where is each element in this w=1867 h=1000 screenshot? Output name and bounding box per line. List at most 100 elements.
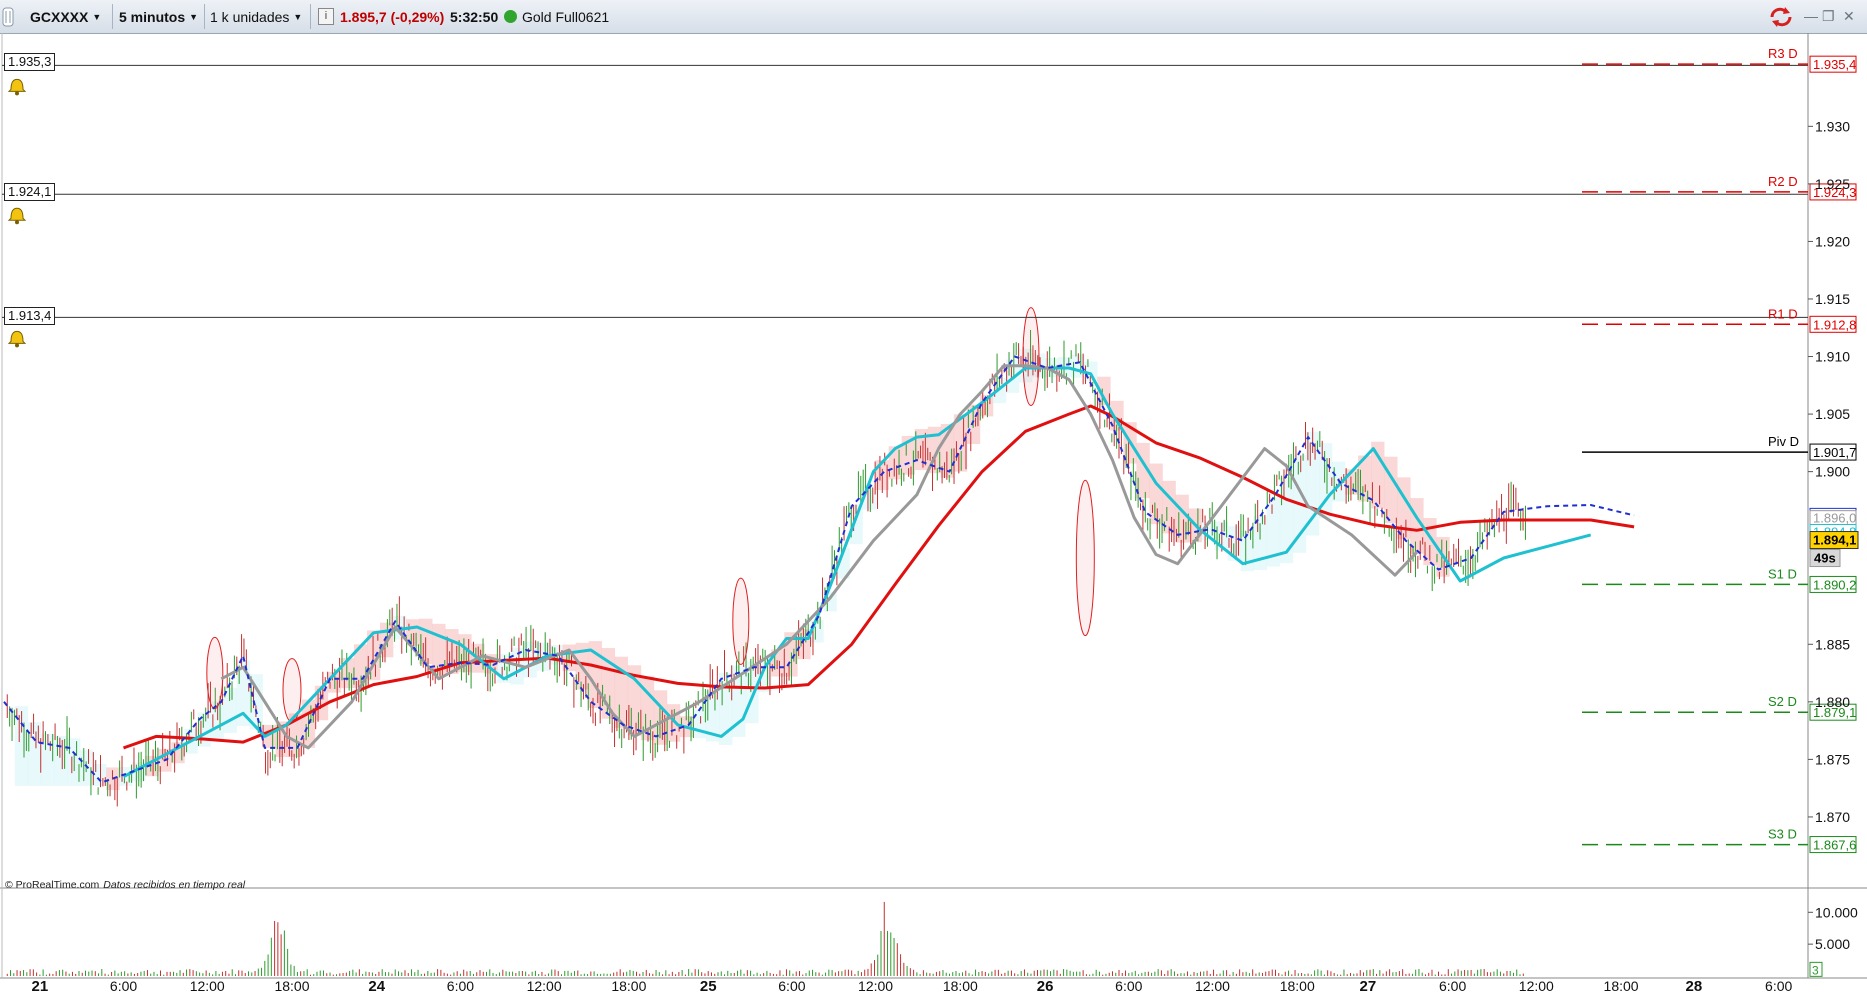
minimize-icon[interactable]: — — [1804, 8, 1818, 24]
instrument-name: Gold Full0621 — [522, 8, 610, 25]
pivot-value-label: 1.901,7 — [1813, 445, 1856, 460]
info-button[interactable]: i — [318, 0, 334, 33]
alert-level-label[interactable]: 1.935,3 — [4, 53, 56, 71]
countdown-label: 49s — [1814, 551, 1836, 566]
indicator-band — [27, 722, 42, 786]
last-price: 1.895,7 (-0,29%) — [340, 0, 444, 33]
time-tick-label: 12:00 — [527, 978, 562, 994]
bell-icon[interactable] — [7, 330, 27, 344]
price-tick-label: 1.905 — [1815, 406, 1850, 422]
pivot-value-label: 1.935,4 — [1813, 57, 1856, 72]
volume-tick-label: 5.000 — [1815, 936, 1850, 952]
alert-level-label[interactable]: 1.924,1 — [4, 183, 56, 201]
instrument-info: Gold Full0621 — [504, 0, 609, 33]
price-tick-label: 1.900 — [1815, 464, 1850, 480]
current-price-label: 1.894,1 — [1813, 533, 1856, 548]
price-tick-label: 1.875 — [1815, 751, 1850, 767]
indicator-band — [197, 712, 211, 747]
indicator-band — [1371, 441, 1385, 509]
price-tick-label: 1.925 — [1815, 176, 1850, 192]
last-price-value: 1.895,7 (-0,29%) — [340, 8, 445, 25]
pivot-value-label: 1.890,2 — [1813, 577, 1856, 592]
axis-mark-label: 1.896,0 — [1813, 511, 1856, 526]
time-tick-label: 25 — [700, 978, 717, 995]
bell-icon[interactable] — [7, 78, 27, 92]
time-tick-label: 6:00 — [447, 978, 474, 994]
pivot-level-name: R1 D — [1768, 306, 1798, 321]
signal-ellipse — [732, 577, 750, 665]
indicator-band — [340, 658, 355, 689]
indicator-band — [666, 704, 681, 742]
pivot-level-name: R3 D — [1768, 46, 1798, 61]
alert-level-label[interactable]: 1.913,4 — [4, 307, 56, 325]
time-tick-label: 6:00 — [110, 978, 137, 994]
time-tick-label: 12:00 — [1519, 978, 1554, 994]
price-tick-label: 1.915 — [1815, 291, 1850, 307]
bell-clapper — [15, 220, 19, 225]
price-tick-label: 1.870 — [1815, 809, 1850, 825]
time-tick-label: 6:00 — [1115, 978, 1142, 994]
time-tick-label: 18:00 — [1604, 978, 1639, 994]
price-tick-label: 1.910 — [1815, 349, 1850, 365]
pivot-level-name: S2 D — [1768, 694, 1797, 709]
chevron-down-icon: ▼ — [92, 11, 102, 22]
time-tick-label: 6:00 — [1765, 978, 1792, 994]
ema-line — [123, 404, 1635, 750]
clock: 5:32:50 — [450, 0, 498, 33]
signal-ellipse — [1075, 479, 1095, 637]
bell-clapper — [15, 91, 19, 96]
time-tick-label: 28 — [1686, 978, 1703, 995]
indicator-band — [53, 735, 68, 786]
time-tick-label: 12:00 — [190, 978, 225, 994]
pivot-level-name: Piv D — [1768, 434, 1799, 449]
time-tick-label: 18:00 — [943, 978, 978, 994]
bell-clapper — [15, 343, 19, 348]
pivot-value-label: 1.867,6 — [1813, 838, 1856, 853]
timeframe-selector[interactable]: 5 minutos ▼ — [119, 0, 198, 33]
time-value: 5:32:50 — [450, 8, 499, 25]
pivot-value-label: 1.912,8 — [1813, 317, 1856, 332]
connection-status-icon — [504, 10, 517, 23]
sync-icon — [1770, 6, 1792, 27]
pivot-level-name: S1 D — [1768, 566, 1797, 581]
time-tick-label: 18:00 — [611, 978, 646, 994]
chevron-down-icon: ▼ — [189, 11, 199, 22]
restore-icon[interactable]: ❐ — [1822, 8, 1835, 25]
symbol-label: GCXXXX — [30, 8, 89, 25]
time-tick-label: 24 — [368, 978, 385, 995]
info-icon: i — [318, 8, 334, 25]
time-tick-label: 6:00 — [1439, 978, 1466, 994]
time-tick-label: 21 — [32, 978, 49, 995]
signal-ellipse — [1022, 307, 1040, 406]
pivot-level-name: S3 D — [1768, 827, 1797, 842]
indicator-band — [692, 709, 707, 739]
credit-source: © ProRealTime.com — [5, 879, 100, 891]
time-tick-label: 26 — [1037, 978, 1054, 995]
time-tick-label: 18:00 — [274, 978, 309, 994]
bell-icon[interactable] — [7, 207, 27, 221]
time-tick-label: 18:00 — [1280, 978, 1315, 994]
toolbar: GCXXXX ▼ 5 minutos ▼ 1 k unidades ▼ i 1.895… — [0, 0, 1867, 34]
cyan-average-line — [122, 366, 1592, 779]
close-icon[interactable]: ✕ — [1843, 8, 1855, 25]
symbol-selector[interactable]: GCXXXX ▼ — [30, 0, 101, 33]
chevron-down-icon: ▼ — [293, 11, 303, 22]
price-tick-label: 1.880 — [1815, 694, 1850, 710]
volume-last-label: 3 — [1812, 963, 1819, 977]
time-tick-label: 27 — [1360, 978, 1377, 995]
timeframe-label: 5 minutos — [119, 8, 186, 25]
price-tick-label: 1.930 — [1815, 118, 1850, 134]
sync-button[interactable] — [1768, 0, 1794, 33]
time-tick-label: 12:00 — [858, 978, 893, 994]
indicator-band — [1149, 463, 1163, 525]
credit-note: Datos recibidos en tiempo real — [103, 879, 246, 891]
units-selector[interactable]: 1 k unidades ▼ — [210, 0, 302, 33]
price-chart[interactable]: R3 D1.935,4R2 D1.924,3R1 D1.912,8Piv D1.… — [0, 33, 1867, 1000]
indicator-band — [93, 763, 107, 786]
price-tick-label: 1.920 — [1815, 233, 1850, 249]
menu-grip-icon[interactable] — [2, 0, 14, 33]
units-label: 1 k unidades — [210, 8, 290, 25]
time-tick-label: 12:00 — [1195, 978, 1230, 994]
signal-ellipse — [206, 636, 224, 710]
data-credit: © ProRealTime.com Datos recibidos en tiem… — [5, 879, 245, 891]
